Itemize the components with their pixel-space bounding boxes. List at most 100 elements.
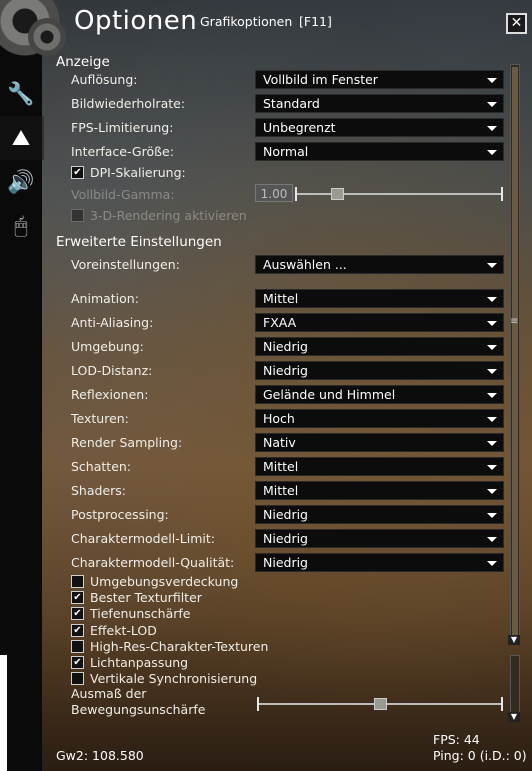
option-checkbox[interactable]: ✔ Effekt-LOD — [71, 623, 157, 638]
scrollbar-thumb[interactable] — [512, 67, 518, 637]
chevron-down-icon — [487, 150, 497, 155]
setting-label: Render Sampling: — [71, 435, 183, 450]
option-checkbox[interactable]: ✔ Lichtanpassung — [71, 655, 188, 670]
option-checkbox[interactable]: ✔ Bester Texturfilter — [71, 590, 202, 605]
setting-label: Postprocessing: — [71, 507, 169, 522]
chevron-down-icon — [487, 393, 497, 398]
checkbox-box: ✔ — [71, 591, 84, 605]
checkbox-box — [71, 209, 84, 222]
option-checkbox[interactable]: ✔ Tiefenunschärfe — [71, 606, 190, 621]
tab-general[interactable]: 🔧 — [0, 72, 42, 116]
close-button[interactable]: ✕ — [506, 13, 527, 34]
render-3d-checkbox[interactable]: 3-D-Rendering aktivieren — [71, 208, 247, 223]
checkbox-label: Vertikale Synchronisierung — [90, 671, 258, 687]
tab-graphics[interactable]: ⛰ — [0, 116, 44, 160]
checkbox-box: ✔ — [71, 623, 84, 637]
checkbox-label: Effekt-LOD — [90, 622, 157, 638]
setting-label: Charaktermodell-Limit: — [71, 531, 215, 546]
setting-label: Schatten: — [71, 459, 132, 474]
checkbox-box — [71, 672, 84, 686]
scrollbar-lower[interactable] — [510, 655, 520, 713]
render-3d-label: 3-D-Rendering aktivieren — [90, 208, 247, 223]
ping-counter: Ping: 0 (i.D.: 0) — [433, 748, 527, 763]
setting-label: Anti-Aliasing: — [71, 315, 154, 330]
setting-label: Texturen: — [71, 411, 129, 426]
setting-dropdown[interactable]: Niedrig — [255, 337, 504, 356]
checkbox-label: Tiefenunschärfe — [90, 606, 191, 622]
section-anzeige-heading: Anzeige — [56, 54, 110, 70]
motion-blur-slider-start — [257, 697, 259, 711]
scroll-grip-icon: ≡ — [510, 316, 519, 327]
window-title: Optionen — [74, 6, 198, 36]
gamma-slider-thumb[interactable] — [331, 188, 345, 200]
setting-dropdown[interactable]: Gelände und Himmel — [255, 385, 504, 404]
fps-limit-label: FPS-Limitierung: — [71, 120, 174, 135]
chevron-down-icon — [487, 102, 497, 107]
tab-controls[interactable]: 🖱 — [0, 204, 42, 248]
setting-dropdown[interactable]: Niedrig — [255, 361, 504, 380]
setting-dropdown[interactable]: Niedrig — [255, 505, 504, 524]
mouse-icon: 🖱 — [14, 213, 28, 239]
scroll-down-button[interactable]: ▼ — [508, 635, 520, 645]
tab-sound[interactable]: 🔊 — [0, 160, 42, 204]
window-subtitle: Grafikoptionen — [200, 14, 293, 29]
chevron-down-icon — [487, 465, 497, 470]
gamma-value: 1.00 — [255, 184, 293, 202]
wrench-icon: 🔧 — [7, 81, 35, 107]
setting-dropdown[interactable]: Mittel — [255, 457, 504, 476]
speaker-icon: 🔊 — [7, 169, 35, 195]
wiederholrate-value: Standard — [263, 96, 320, 111]
gamma-slider-track[interactable] — [296, 193, 502, 195]
aufloesung-dropdown[interactable]: Vollbild im Fenster — [255, 70, 504, 89]
setting-value: Niedrig — [263, 339, 308, 354]
option-checkbox[interactable]: Umgebungsverdeckung — [71, 574, 238, 589]
checkbox-label: Bester Texturfilter — [90, 590, 202, 606]
setting-value: Niedrig — [263, 531, 308, 546]
option-checkbox[interactable]: Vertikale Synchronisierung — [71, 671, 257, 686]
setting-dropdown[interactable]: Niedrig — [255, 553, 504, 572]
chevron-down-icon — [487, 321, 497, 326]
setting-label: LOD-Distanz: — [71, 363, 153, 378]
wiederholrate-label: Bildwiederholrate: — [71, 96, 186, 111]
chevron-down-icon — [487, 126, 497, 131]
scroll-down-button-lower[interactable]: ▼ — [508, 712, 520, 722]
interface-size-label: Interface-Größe: — [71, 144, 174, 159]
setting-label: Charaktermodell-Qualität: — [71, 555, 235, 570]
scrollbar[interactable] — [510, 64, 520, 644]
background-edge — [0, 655, 7, 771]
wiederholrate-dropdown[interactable]: Standard — [255, 94, 504, 113]
dpi-scaling-checkbox[interactable]: ✔ DPI-Skalierung: — [71, 165, 186, 180]
setting-dropdown[interactable]: Mittel — [255, 289, 504, 308]
chevron-down-icon — [487, 345, 497, 350]
fps-limit-value: Unbegrenzt — [263, 120, 336, 135]
mountain-icon: ⛰ — [11, 125, 31, 151]
option-checkbox[interactable]: High-Res-Charakter-Texturen — [71, 639, 268, 654]
setting-dropdown[interactable]: Hoch — [255, 409, 504, 428]
motion-blur-label-2: Bewegungsunschärfe — [71, 702, 206, 717]
setting-value: Mittel — [263, 291, 299, 306]
chevron-down-icon — [487, 537, 497, 542]
preset-dropdown[interactable]: Auswählen ... — [255, 255, 504, 274]
setting-value: FXAA — [263, 315, 297, 330]
preset-label: Voreinstellungen: — [71, 257, 180, 272]
motion-blur-slider-thumb[interactable] — [374, 698, 387, 710]
fps-counter: FPS: 44 — [433, 732, 480, 747]
chevron-down-icon — [487, 441, 497, 446]
chevron-down-icon — [487, 513, 497, 518]
chevron-down-icon — [487, 369, 497, 374]
section-erweitert-heading: Erweiterte Einstellungen — [56, 234, 222, 250]
setting-value: Niedrig — [263, 363, 308, 378]
chevron-down-icon — [487, 78, 497, 83]
setting-dropdown[interactable]: Mittel — [255, 481, 504, 500]
setting-dropdown[interactable]: Niedrig — [255, 529, 504, 548]
setting-dropdown[interactable]: Nativ — [255, 433, 504, 452]
chevron-down-icon — [487, 417, 497, 422]
gamma-label: Vollbild-Gamma: — [71, 187, 175, 202]
checkbox-box — [71, 575, 84, 588]
fps-limit-dropdown[interactable]: Unbegrenzt — [255, 118, 504, 137]
interface-size-dropdown[interactable]: Normal — [255, 142, 504, 161]
checkbox-box: ✔ — [71, 656, 84, 669]
small-gear-icon — [28, 18, 66, 56]
chevron-down-icon — [487, 489, 497, 494]
setting-dropdown[interactable]: FXAA — [255, 313, 504, 332]
